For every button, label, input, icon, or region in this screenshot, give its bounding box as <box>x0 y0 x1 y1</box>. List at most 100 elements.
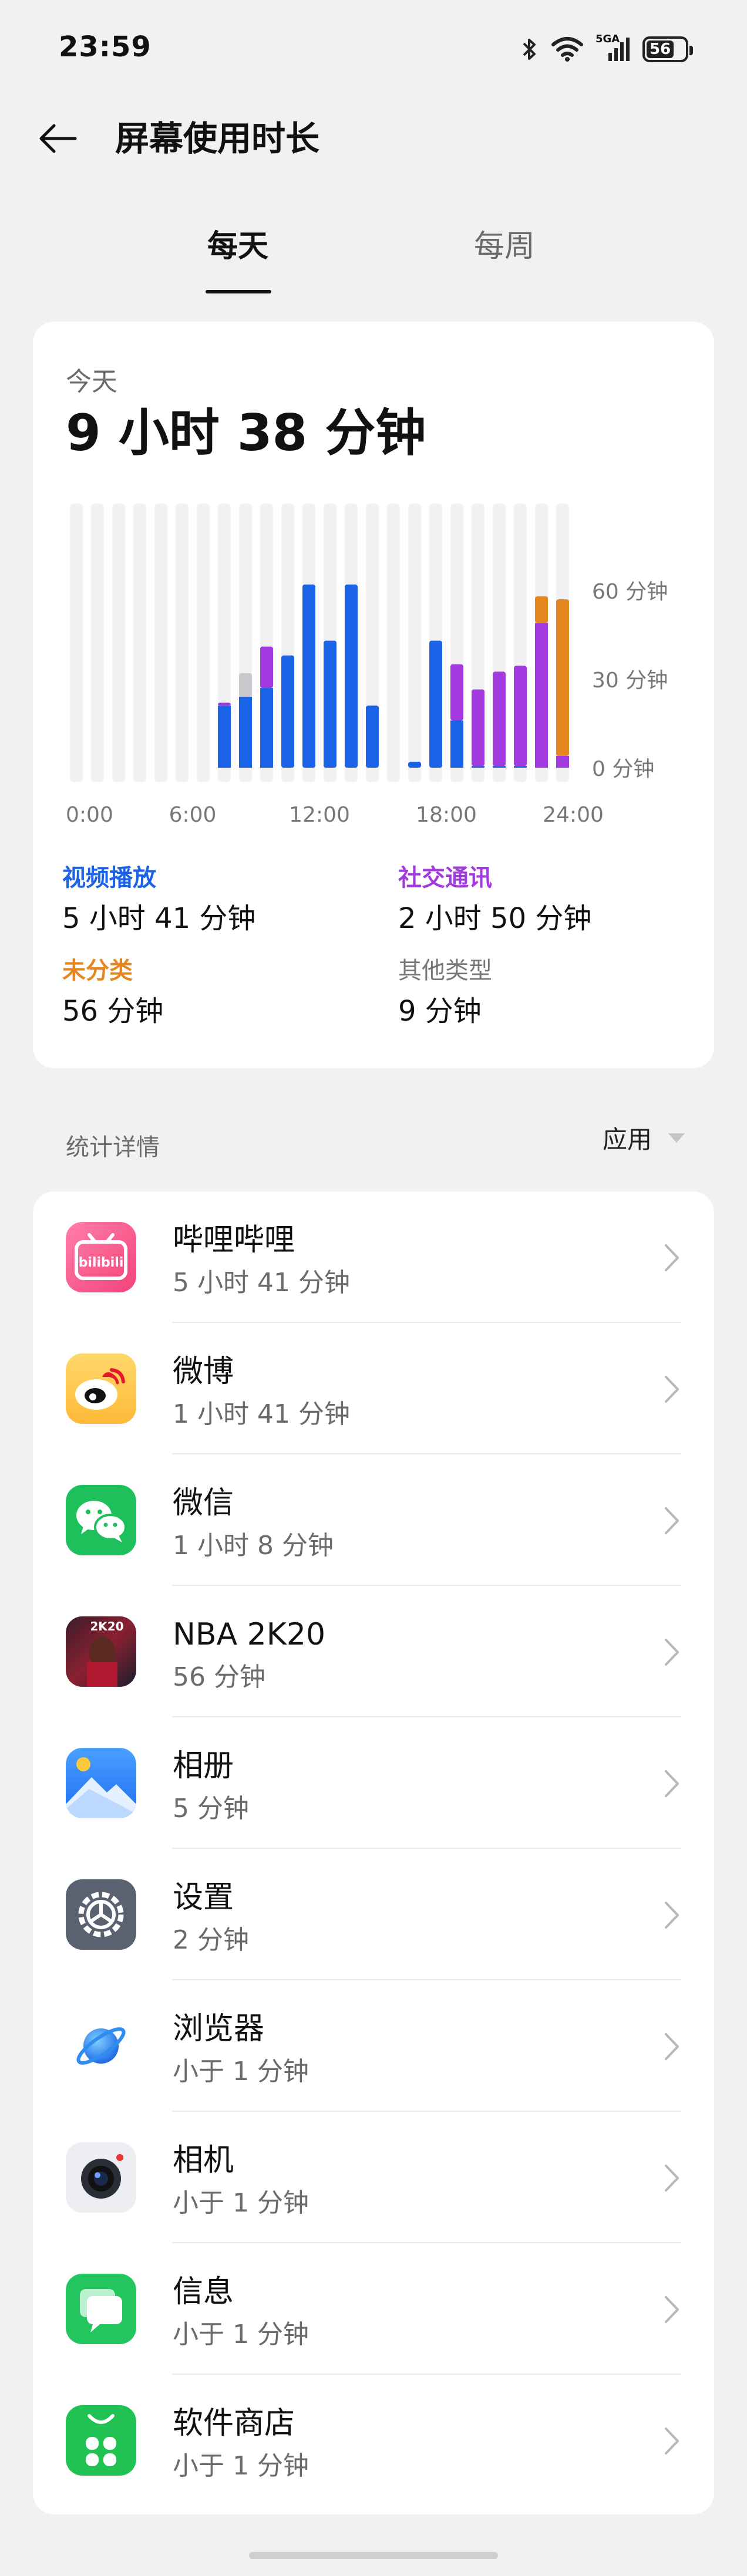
chevron-right-icon <box>665 2428 679 2455</box>
app-usage-time: 1 小时 41 分钟 <box>173 1399 350 1429</box>
bilibili-app-icon: bilibili <box>66 1222 136 1292</box>
bar-segment <box>408 761 421 768</box>
x-tick-label: 0:00 <box>66 803 113 827</box>
app-name: NBA 2K20 <box>173 1617 326 1652</box>
wifi-icon <box>551 37 583 62</box>
app-row-weibo[interactable]: 微博 1 小时 41 分钟 <box>33 1323 714 1454</box>
home-indicator[interactable] <box>249 2552 498 2559</box>
chevron-right-icon <box>665 2296 679 2323</box>
app-usage-list: bilibili 哔哩哔哩 5 小时 41 分钟 微博 1 小时 41 分钟 微… <box>33 1191 714 2514</box>
app-name: 设置 <box>173 1880 234 1915</box>
app-usage-time: 5 分钟 <box>173 1794 249 1824</box>
hourly-usage-chart-svg: 60 分钟 30 分钟 0 分钟 0:00 6:00 12:00 18:00 24:00 <box>66 504 668 827</box>
camera-app-icon <box>66 2142 136 2213</box>
gallery-app-icon <box>66 1748 136 1818</box>
app-row-gallery[interactable]: 相册 5 分钟 <box>33 1717 714 1849</box>
app-row-nba2k20[interactable]: 2K20 NBA 2K20 56 分钟 <box>33 1586 714 1717</box>
chevron-right-icon <box>665 2165 679 2192</box>
app-usage-time: 小于 1 分钟 <box>173 2320 309 2349</box>
legend-category-social: 社交通讯 <box>398 865 492 892</box>
x-tick-label: 12:00 <box>289 803 350 827</box>
chevron-right-icon <box>665 1376 679 1403</box>
app-usage-time: 小于 1 分钟 <box>173 2188 309 2218</box>
app-row-settings[interactable]: 设置 2 分钟 <box>33 1849 714 1980</box>
app-usage-time: 56 分钟 <box>173 1662 265 1692</box>
bar-segment <box>514 666 527 767</box>
status-icons: 5GA 56 <box>521 32 693 67</box>
caret-down-icon <box>668 1133 685 1143</box>
legend-category-uncategorized: 未分类 <box>62 957 133 984</box>
bar-track <box>154 504 167 782</box>
bar-track <box>176 504 189 782</box>
legend-video: 视频播放 5 小时 41 分钟 <box>62 860 356 939</box>
bar-segment <box>324 640 337 768</box>
arrow-left-icon <box>39 124 77 153</box>
legend-social: 社交通讯 2 小时 50 分钟 <box>398 860 692 939</box>
app-row-app-store[interactable]: 软件商店 小于 1 分钟 <box>33 2375 714 2506</box>
bar-track <box>408 504 421 782</box>
app-row-camera[interactable]: 相机 小于 1 分钟 <box>33 2112 714 2243</box>
status-bar: 23:59 5GA 56 <box>0 0 747 100</box>
bar-track <box>70 504 83 782</box>
legend-value-other: 9 分钟 <box>398 995 482 1028</box>
app-store-icon <box>66 2405 136 2476</box>
y-tick-label: 0 分钟 <box>592 757 654 781</box>
legend-other: 其他类型 9 分钟 <box>398 953 692 1032</box>
bar-segment <box>239 673 252 697</box>
app-name: 微信 <box>173 1485 234 1521</box>
weibo-app-icon <box>66 1353 136 1424</box>
bar-track <box>112 504 125 782</box>
bar-track <box>197 504 210 782</box>
bar-track <box>387 504 400 782</box>
bar-segment <box>450 720 463 768</box>
filter-dropdown[interactable]: 应用 <box>603 1120 686 1156</box>
bar-track <box>133 504 146 782</box>
bar-segment <box>218 703 231 706</box>
x-tick-label: 18:00 <box>416 803 477 827</box>
y-tick-label: 60 分钟 <box>592 580 668 604</box>
legend-category-video: 视频播放 <box>62 865 156 892</box>
app-name: 相机 <box>173 2143 234 2178</box>
bar-segment <box>260 646 273 688</box>
app-usage-time: 小于 1 分钟 <box>173 2451 309 2481</box>
bar-segment <box>556 755 569 768</box>
app-usage-time: 1 小时 8 分钟 <box>173 1531 334 1561</box>
active-tab-indicator <box>206 290 271 293</box>
browser-app-icon <box>66 2011 136 2081</box>
page-title: 屏幕使用时长 <box>115 119 320 158</box>
period-tabs: 每天 每周 <box>0 223 747 305</box>
bar-track <box>91 504 104 782</box>
y-tick-label: 30 分钟 <box>592 669 668 693</box>
app-name: 微博 <box>173 1354 234 1389</box>
back-button[interactable] <box>34 115 81 162</box>
chevron-right-icon <box>665 1507 679 1534</box>
bar-segment <box>493 671 506 767</box>
tab-weekly[interactable]: 每周 <box>460 223 549 270</box>
nba2k20-app-icon: 2K20 <box>66 1616 136 1687</box>
battery-level: 56 <box>650 40 671 58</box>
svg-text:2K20: 2K20 <box>90 1619 123 1633</box>
bar-segment <box>345 584 358 768</box>
legend-value-uncategorized: 56 分钟 <box>62 995 164 1028</box>
app-usage-time: 小于 1 分钟 <box>173 2057 309 2087</box>
app-name: 信息 <box>173 2274 234 2310</box>
app-row-bilibili[interactable]: bilibili 哔哩哔哩 5 小时 41 分钟 <box>33 1191 714 1323</box>
bar-segment <box>218 705 231 768</box>
bar-segment <box>450 664 463 721</box>
bar-segment <box>281 655 294 768</box>
app-name: 软件商店 <box>173 2406 295 2441</box>
usage-summary-card: 今天 9 小时 38 分钟 60 分钟 30 分钟 0 分钟 0:00 6:00 12:0… <box>33 322 714 1068</box>
bar-segment <box>366 705 379 768</box>
app-row-browser[interactable]: 浏览器 小于 1 分钟 <box>33 1980 714 2112</box>
app-name: 相册 <box>173 1748 234 1784</box>
app-name: 浏览器 <box>173 2011 265 2047</box>
bar-segment <box>472 689 484 767</box>
tab-daily[interactable]: 每天 <box>194 223 282 270</box>
bar-segment <box>302 584 315 768</box>
bar-segment <box>429 640 442 768</box>
hourly-usage-chart: 60 分钟 30 分钟 0 分钟 0:00 6:00 12:00 18:00 24:00 <box>33 322 714 838</box>
chevron-right-icon <box>665 1902 679 1929</box>
app-row-wechat[interactable]: 微信 1 小时 8 分钟 <box>33 1454 714 1586</box>
chevron-right-icon <box>665 1244 679 1271</box>
app-row-messages[interactable]: 信息 小于 1 分钟 <box>33 2243 714 2375</box>
